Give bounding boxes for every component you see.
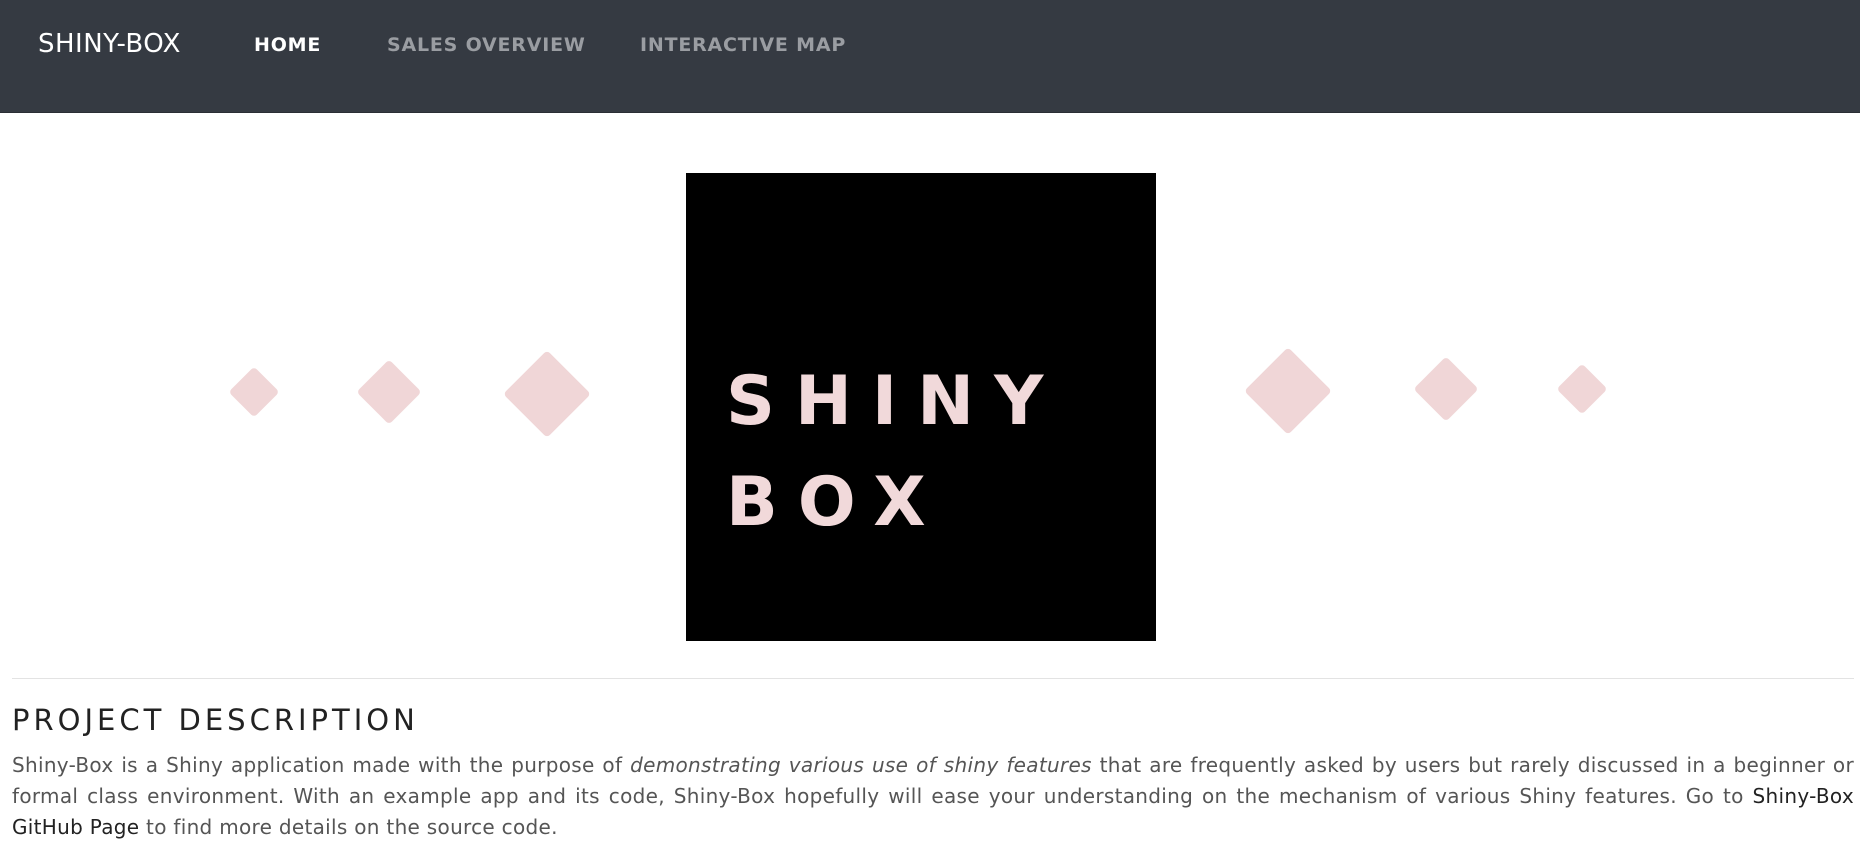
shiny-box-logo: SHINY BOX (686, 173, 1156, 641)
decorative-diamond-icon (1556, 363, 1608, 415)
nav-link-interactive-map[interactable]: INTERACTIVE MAP (640, 34, 846, 56)
description-emphasis: demonstrating various use of shiny featu… (630, 753, 1092, 777)
brand-logo-link[interactable]: SHINY-BOX (38, 29, 181, 59)
nav-link-sales-overview[interactable]: SALES OVERVIEW (387, 34, 586, 56)
description-text: Shiny-Box is a Shiny application made wi… (12, 753, 631, 777)
section-divider (12, 678, 1854, 679)
logo-text-line: SHINY (726, 362, 1064, 441)
decorative-diamond-icon (228, 366, 280, 418)
decorative-diamond-icon (1244, 347, 1332, 435)
section-title: PROJECT DESCRIPTION (12, 703, 419, 737)
decorative-diamond-icon (1413, 356, 1479, 422)
nav-link-home[interactable]: HOME (254, 34, 321, 56)
decorative-diamond-icon (503, 350, 591, 438)
description-text: to find more details on the source code. (139, 815, 558, 839)
decorative-diamond-icon (356, 359, 422, 425)
project-description: Shiny-Box is a Shiny application made wi… (12, 750, 1854, 843)
top-navbar: SHINY-BOX HOME SALES OVERVIEW INTERACTIV… (0, 0, 1860, 113)
logo-text-line: BOX (726, 463, 946, 542)
